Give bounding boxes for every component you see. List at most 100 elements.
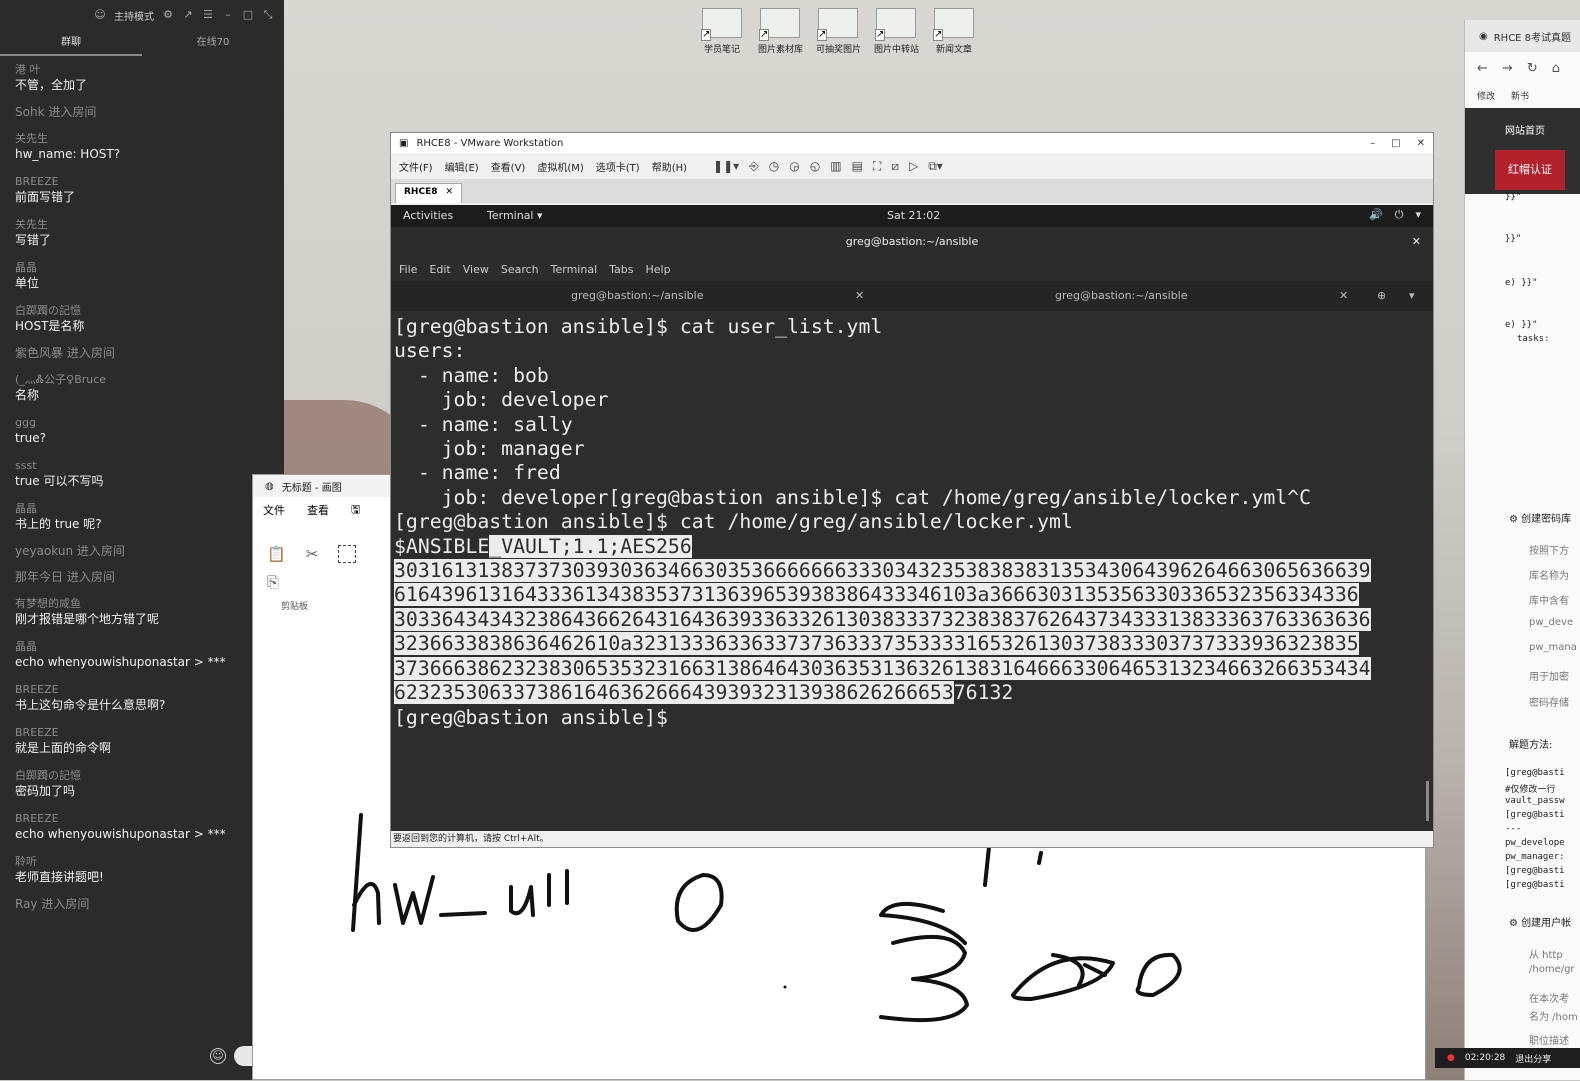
desktop-icon[interactable]: 新闻文章	[932, 8, 976, 55]
maximize-icon[interactable]: □	[242, 9, 254, 21]
close-tab-icon[interactable]: ✕	[855, 281, 864, 311]
menu-search[interactable]: Search	[501, 263, 539, 276]
chat-author[interactable]: BREEZE	[15, 174, 269, 189]
chevron-down-icon[interactable]: ▾	[1409, 281, 1415, 311]
chat-author[interactable]: 白踯躅の記憶	[15, 303, 269, 318]
close-icon[interactable]: ✕	[1412, 227, 1421, 257]
menu-view[interactable]: 查看(V)	[491, 159, 526, 174]
forward-icon[interactable]: →	[1502, 61, 1513, 76]
popout-icon[interactable]: ↗	[182, 9, 194, 21]
terminal-tab[interactable]: greg@bastion:~/ansible	[1055, 281, 1187, 311]
chat-author[interactable]: 港 叶	[15, 62, 269, 77]
collapse-icon[interactable]: ⤡	[262, 9, 274, 21]
menu-vm[interactable]: 虚拟机(M)	[537, 159, 583, 174]
desktop-icon-label: 可抽奖图片	[816, 45, 862, 55]
tab-online[interactable]: 在线70	[142, 30, 284, 56]
menu-help[interactable]: Help	[646, 263, 671, 276]
send-keys-icon[interactable]: ⎆	[749, 159, 759, 174]
menu-tabs[interactable]: Tabs	[609, 263, 633, 276]
menu-help[interactable]: 帮助(H)	[652, 159, 687, 174]
close-tab-icon[interactable]: ✕	[1339, 281, 1348, 311]
code-line: #仅修改一行	[1505, 785, 1556, 795]
menu-edit[interactable]: 编辑(E)	[445, 159, 479, 174]
bookmark-item[interactable]: 修改	[1477, 89, 1495, 102]
library-icon[interactable]: ▥	[830, 159, 841, 174]
volume-icon[interactable]: 🔊	[1369, 208, 1383, 222]
vm-tab[interactable]: RHCE8 ✕	[395, 183, 463, 203]
clock[interactable]: Sat 21:02	[887, 209, 940, 222]
terminal-line: job: manager	[394, 437, 585, 461]
chat-author[interactable]: 聆听	[15, 854, 269, 869]
snapshot-icon[interactable]: ◷	[769, 159, 779, 174]
chat-author[interactable]: ggg	[15, 415, 269, 430]
app-menu[interactable]: Terminal ▾	[487, 209, 543, 222]
menu-view[interactable]: View	[463, 263, 489, 276]
settings-icon[interactable]: ⚙	[162, 9, 174, 21]
bookmark-item[interactable]: 新书	[1511, 89, 1529, 102]
menu-icon[interactable]: ☰	[202, 9, 214, 21]
chat-author[interactable]: 关先生	[15, 131, 269, 146]
chat-author[interactable]: 关先生	[15, 217, 269, 232]
chat-author[interactable]: ssst	[15, 458, 269, 473]
desktop-icon[interactable]: 学员笔记	[700, 8, 744, 55]
nav-home-link[interactable]: 网站首页	[1505, 122, 1545, 137]
back-icon[interactable]: ←	[1477, 61, 1488, 76]
terminal-scrollbar[interactable]	[1426, 781, 1429, 821]
chat-author[interactable]: BREEZE	[15, 811, 269, 826]
chat-author[interactable]: Ray 进入房间	[15, 897, 269, 912]
console-icon[interactable]: ▷	[909, 159, 918, 174]
chat-author[interactable]: yeyaokun 进入房间	[15, 544, 269, 559]
section-item: 从 http	[1529, 950, 1563, 961]
chat-author[interactable]: Sohk 进入房间	[15, 105, 269, 120]
chat-author[interactable]: BREEZE	[15, 682, 269, 697]
nav-redhat-link[interactable]: 红帽认证	[1495, 150, 1565, 190]
tab-group-chat[interactable]: 群聊	[0, 30, 142, 56]
menu-file[interactable]: 文件(F)	[399, 159, 433, 174]
chat-author[interactable]: 晶晶	[15, 260, 269, 275]
menu-tabs[interactable]: 选项卡(T)	[596, 159, 640, 174]
chat-author[interactable]: 白踯躅の記憶	[15, 768, 269, 783]
menu-edit[interactable]: Edit	[429, 263, 450, 276]
power-icon[interactable]: ⏻	[1395, 208, 1404, 222]
chat-author[interactable]: BREEZE	[15, 725, 269, 740]
section-item: 库中含有	[1529, 596, 1569, 607]
section-item: 用于加密	[1529, 672, 1569, 683]
close-icon[interactable]: ✕	[1417, 138, 1425, 149]
new-tab-icon[interactable]: ⊕	[1377, 281, 1386, 311]
fullscreen-icon[interactable]: ⛶	[873, 159, 881, 174]
terminal-output[interactable]: [greg@bastion ansible]$ cat user_list.ym…	[391, 311, 1433, 831]
pause-icon[interactable]: ❚❚▾	[713, 159, 739, 174]
chevron-down-icon[interactable]: ▾	[1415, 208, 1421, 222]
unity-icon[interactable]: ⧄	[891, 159, 899, 174]
chat-author[interactable]: 那年今日 进入房间	[15, 570, 269, 585]
view-options-icon[interactable]: ⧉▾	[928, 159, 943, 174]
desktop-icon[interactable]: 可抽奖图片	[816, 8, 862, 55]
maximize-icon[interactable]: □	[1391, 138, 1400, 149]
minimize-icon[interactable]: –	[222, 9, 234, 21]
home-icon[interactable]: ⌂	[1552, 61, 1560, 76]
chat-author[interactable]: 晶晶	[15, 501, 269, 516]
chat-text: 名称	[15, 388, 40, 402]
chat-author[interactable]: 紫色风暴 进入房间	[15, 346, 269, 361]
reload-icon[interactable]: ↻	[1527, 61, 1538, 76]
minimize-icon[interactable]: –	[1370, 138, 1375, 149]
host-mode-label[interactable]: 主持模式	[114, 8, 154, 23]
desktop-icon[interactable]: 图片素材库	[758, 8, 803, 55]
revert-snapshot-icon[interactable]: ◶	[789, 159, 799, 174]
emoji-icon[interactable]: ☺	[210, 1048, 226, 1064]
terminal-tab-active[interactable]: greg@bastion:~/ansible	[571, 281, 703, 311]
menu-file[interactable]: File	[399, 263, 417, 276]
menu-terminal[interactable]: Terminal	[551, 263, 598, 276]
thumbnail-icon[interactable]: ▤	[852, 159, 863, 174]
snapshot-manager-icon[interactable]: ◵	[810, 159, 820, 174]
chat-message: BREEZE 前面写错了	[15, 174, 269, 206]
chat-author[interactable]: 晶晶	[15, 639, 269, 654]
chat-author[interactable]: 有梦想的咸鱼	[15, 596, 269, 611]
chat-author[interactable]: (_灬Ꮬ公子♀Bruce	[15, 372, 269, 387]
close-tab-icon[interactable]: ✕	[445, 187, 453, 200]
desktop-icon[interactable]: 图片中转站	[874, 8, 919, 55]
browser-tab[interactable]: ◉ RHCE 8考试真题	[1465, 20, 1580, 52]
stop-share-button[interactable]: 退出分享	[1515, 1052, 1551, 1065]
stroke-underscore	[439, 911, 487, 917]
activities-button[interactable]: Activities	[403, 209, 453, 222]
